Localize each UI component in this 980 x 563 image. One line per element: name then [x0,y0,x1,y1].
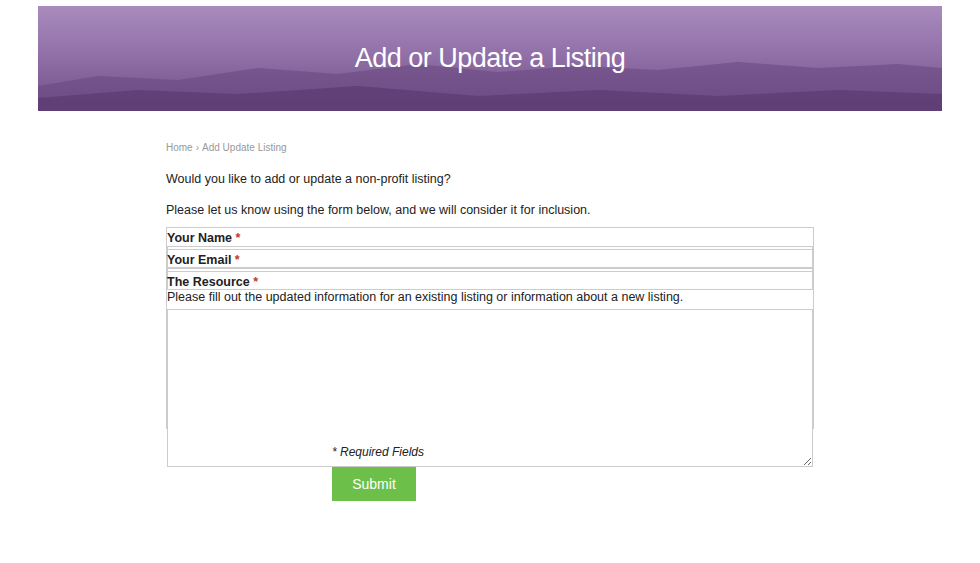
form-row: Your Email * [166,249,814,271]
banner: Add or Update a Listing [38,6,942,111]
required-mark: * [236,231,241,245]
page: Add or Update a Listing Home›Add Update L… [0,0,980,563]
breadcrumb-item: Add Update Listing [202,142,287,155]
page-title: Add or Update a Listing [355,43,626,74]
breadcrumb-separator: › [196,142,199,155]
required-mark: * [235,253,240,267]
intro-text: Please let us know using the form below,… [166,202,814,218]
required-note: * Required Fields [332,445,814,459]
listing-form: Your Name * Your Email * The Resource *Ple… [166,227,814,501]
field-help: Please fill out the updated information … [167,290,813,305]
field-label: The Resource * [167,274,258,289]
form-row: Your Name * [166,227,814,249]
breadcrumb-item[interactable]: Home [166,142,193,155]
content: Home›Add Update Listing Would you like to… [166,111,814,501]
intro-text: Would you like to add or update a non-pr… [166,171,814,187]
breadcrumb: Home›Add Update Listing [166,142,814,155]
form-row: The Resource *Please fill out the update… [166,271,814,429]
field-label: Your Name * [167,230,240,245]
submit-button[interactable]: Submit [332,467,416,501]
form-footer: * Required Fields Submit [166,445,814,501]
field-control: Please fill out the updated information … [167,290,813,467]
field-label: Your Email * [167,252,240,267]
textarea-input[interactable] [167,309,813,467]
required-mark: * [253,275,258,289]
